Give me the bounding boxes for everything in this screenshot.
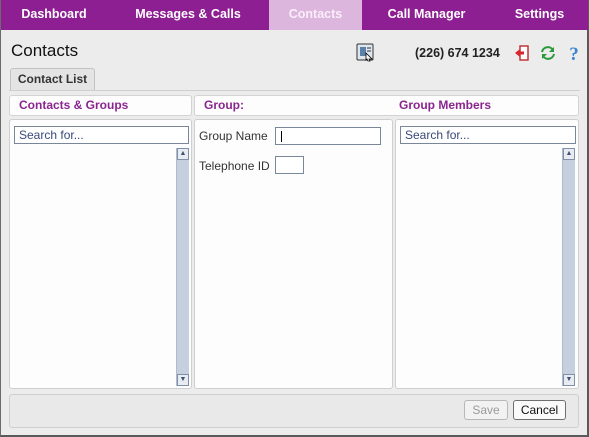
telephone-id-label: Telephone ID xyxy=(199,159,270,173)
group-name-field[interactable] xyxy=(275,127,381,145)
group-members-panel: ▲ ▼ xyxy=(395,119,579,389)
help-icon[interactable]: ? xyxy=(564,43,584,63)
tab-call-manager[interactable]: Call Manager xyxy=(362,0,491,30)
telephone-id-field[interactable] xyxy=(275,156,304,174)
contacts-scrollbar[interactable]: ▲ ▼ xyxy=(176,148,189,386)
scroll-down-icon[interactable]: ▼ xyxy=(563,374,575,386)
subtab-divider xyxy=(9,90,580,91)
refresh-icon[interactable] xyxy=(538,43,558,63)
page-title: Contacts xyxy=(11,41,79,60)
contacts-groups-panel: ▲ ▼ xyxy=(9,119,192,389)
group-header-title: Group: xyxy=(204,98,244,112)
group-details-panel: Group Name Telephone ID xyxy=(194,119,393,389)
scroll-up-icon[interactable]: ▲ xyxy=(563,148,575,160)
logout-icon[interactable] xyxy=(512,43,532,63)
tab-dashboard[interactable]: Dashboard xyxy=(1,0,107,30)
tab-messages-calls[interactable]: Messages & Calls xyxy=(107,0,269,30)
cancel-button[interactable]: Cancel xyxy=(513,400,566,420)
scroll-down-icon[interactable]: ▼ xyxy=(177,374,189,386)
save-button[interactable]: Save xyxy=(464,400,508,420)
scroll-up-icon[interactable]: ▲ xyxy=(177,148,189,160)
group-header-bar: Group: xyxy=(194,95,579,116)
group-members-header: Group Members xyxy=(399,98,492,112)
phone-number: (226) 674 1234 xyxy=(415,46,500,60)
contacts-groups-header: Contacts & Groups xyxy=(9,95,192,116)
svg-text:?: ? xyxy=(569,44,579,62)
tab-contacts[interactable]: Contacts xyxy=(269,0,362,30)
contacts-search-input[interactable] xyxy=(14,126,189,144)
members-scrollbar[interactable]: ▲ ▼ xyxy=(562,148,575,386)
members-search-input[interactable] xyxy=(400,126,576,144)
tab-settings[interactable]: Settings xyxy=(491,0,588,30)
tab-contact-list[interactable]: Contact List xyxy=(10,68,95,90)
contact-card-icon[interactable] xyxy=(355,42,375,62)
top-nav: Dashboard Messages & Calls Contacts Call… xyxy=(1,0,588,30)
text-caret xyxy=(281,131,282,142)
group-name-label: Group Name xyxy=(199,129,268,143)
